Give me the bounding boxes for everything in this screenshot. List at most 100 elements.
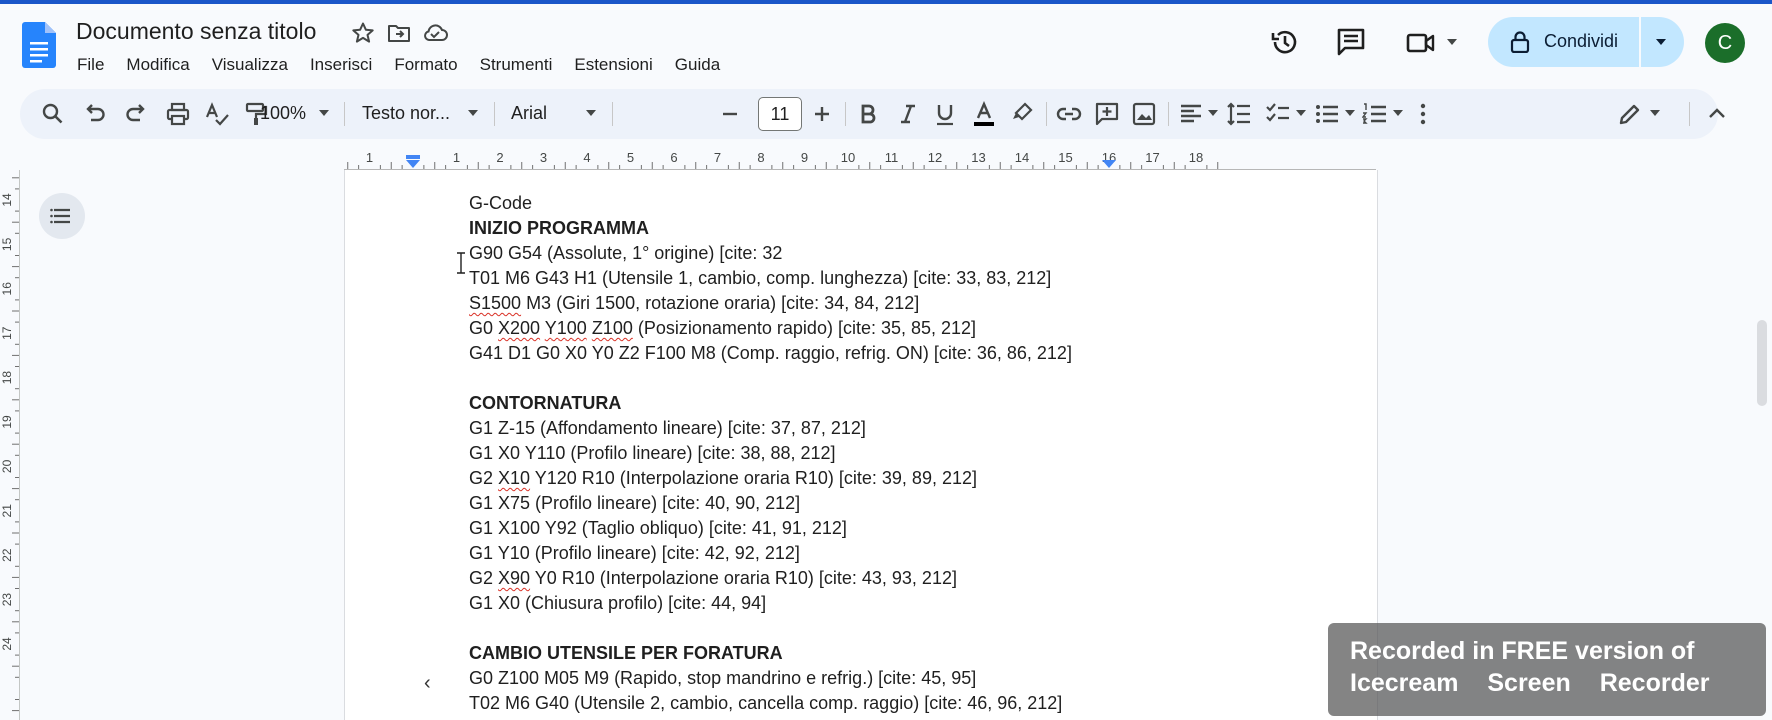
menu-estensioni[interactable]: Estensioni [563,52,663,78]
blank-line[interactable] [469,366,1349,391]
meet-dropdown-icon[interactable] [1447,39,1457,45]
document-outline-button[interactable] [39,193,85,239]
first-line-indent-marker[interactable] [406,155,420,159]
hide-menus-chevron-up-icon[interactable] [1704,101,1730,127]
bulleted-list-icon[interactable] [1314,101,1340,127]
vertical-ruler-label: 15 [0,237,14,251]
gcode-line[interactable]: T02 M6 G40 (Utensile 2, cambio, cancella… [469,691,1349,716]
redo-icon[interactable] [123,101,149,127]
insert-link-icon[interactable] [1056,101,1082,127]
align-dropdown-icon[interactable] [1208,110,1218,116]
menu-inserisci[interactable]: Inserisci [299,52,383,78]
section-heading[interactable]: INIZIO PROGRAMMA [469,216,1349,241]
ruler-label: 12 [928,150,942,165]
vertical-ruler-label: 20 [0,459,14,473]
version-history-icon[interactable] [1270,27,1300,57]
menu-guida[interactable]: Guida [664,52,731,78]
gcode-line[interactable]: T01 M6 G43 H1 (Utensile 1, cambio, comp.… [469,266,1349,291]
highlight-color-icon[interactable] [1009,101,1035,127]
ruler-label: 10 [841,150,855,165]
italic-icon[interactable] [895,101,921,127]
document-title[interactable]: Documento senza titolo [76,18,316,45]
section-heading[interactable]: CONTORNATURA [469,391,1349,416]
menu-formato[interactable]: Formato [383,52,468,78]
gcode-line[interactable]: G2 X90 Y0 R10 (Interpolazione oraria R10… [469,566,1349,591]
zoom-select[interactable]: 100% [260,103,306,124]
numbered-list-dropdown-icon[interactable] [1393,110,1403,116]
style-dropdown-icon[interactable] [468,110,478,116]
bulleted-list-dropdown-icon[interactable] [1345,110,1355,116]
align-left-icon[interactable] [1178,101,1204,127]
spelling-error[interactable]: X90 [498,568,530,588]
undo-icon[interactable] [82,101,108,127]
vertical-scrollbar[interactable] [1757,320,1767,406]
spelling-error[interactable]: Y100 [545,318,587,338]
section-heading[interactable]: CAMBIO UTENSILE PER FORATURA [469,641,1349,666]
increase-font-size-icon[interactable] [809,101,835,127]
font-size-input[interactable]: 11 [758,97,802,131]
text-color-icon[interactable] [971,100,997,127]
gcode-line[interactable]: G41 D1 G0 X0 Y0 Z2 F100 M8 (Comp. raggio… [469,341,1349,366]
document-body[interactable]: G-Code INIZIO PROGRAMMA G90 G54 (Assolute,… [469,191,1349,716]
ruler-label: 14 [1015,150,1029,165]
underline-icon[interactable] [932,101,958,127]
gcode-line[interactable]: G1 X75 (Profilo lineare) [cite: 40, 90, … [469,491,1349,516]
avatar[interactable]: C [1705,23,1745,63]
comments-icon[interactable] [1336,27,1366,57]
more-options-icon[interactable] [1410,101,1436,127]
vertical-ruler[interactable]: 14 15 16 17 18 19 20 21 22 23 24 [0,170,20,720]
docs-logo-icon[interactable] [22,22,56,68]
toolbar-separator [845,102,846,126]
numbered-list-icon[interactable] [1361,101,1388,127]
cloud-saved-icon[interactable] [422,21,448,45]
decrease-font-size-icon[interactable] [717,101,743,127]
ruler-label: 7 [714,150,721,165]
line-spacing-icon[interactable] [1226,101,1252,127]
star-icon[interactable] [351,21,375,45]
bold-icon[interactable] [855,101,881,127]
gcode-line[interactable]: S1500 M3 (Giri 1500, rotazione oraria) [… [469,291,1349,316]
gcode-line[interactable]: G0 X200 Y100 Z100 (Posizionamento rapido… [469,316,1349,341]
gcode-line[interactable]: G-Code [469,191,1349,216]
watermark-line-1: Recorded in FREE version of [1350,637,1695,665]
horizontal-ruler[interactable]: 21123456789101112131415161718 [344,148,1376,170]
spelling-error[interactable]: X10 [498,468,530,488]
checklist-icon[interactable] [1265,101,1291,127]
meet-camera-icon[interactable] [1406,28,1436,58]
gcode-line[interactable]: G90 G54 (Assolute, 1° origine) [cite: 32 [469,241,1349,266]
gcode-line[interactable]: G1 Z-15 (Affondamento lineare) [cite: 37… [469,416,1349,441]
zoom-dropdown-icon[interactable] [319,110,329,116]
gcode-line[interactable]: G2 X10 Y120 R10 (Interpolazione oraria R… [469,466,1349,491]
gcode-line[interactable]: G0 Z100 M05 M9 (Rapido, stop mandrino e … [469,666,1349,691]
editing-mode-dropdown-icon[interactable] [1650,110,1660,116]
editing-mode-pencil-icon[interactable] [1617,101,1643,127]
menu-visualizza[interactable]: Visualizza [201,52,299,78]
move-folder-icon[interactable] [387,21,411,45]
chevron-left-icon[interactable]: ‹ [424,672,431,695]
menu-modifica[interactable]: Modifica [115,52,200,78]
vertical-ruler-label: 22 [0,548,14,562]
spelling-error[interactable]: Z100 [592,318,633,338]
share-button[interactable]: Condividi [1488,17,1684,67]
gcode-line[interactable]: G1 X0 (Chiusura profilo) [cite: 44, 94] [469,591,1349,616]
search-menus-icon[interactable] [40,101,66,127]
menu-file[interactable]: File [66,52,115,78]
ruler-label: 1 [366,150,373,165]
gcode-line[interactable]: G1 X0 Y110 (Profilo lineare) [cite: 38, … [469,441,1349,466]
blank-line[interactable] [469,616,1349,641]
add-comment-icon[interactable] [1094,101,1120,127]
font-select[interactable]: Arial [511,103,547,124]
vertical-ruler-label: 19 [0,415,14,429]
menu-strumenti[interactable]: Strumenti [469,52,564,78]
spellcheck-icon[interactable] [204,101,230,127]
spelling-error[interactable]: X200 [498,318,540,338]
checklist-dropdown-icon[interactable] [1296,110,1306,116]
gcode-line[interactable]: G1 X100 Y92 (Taglio obliquo) [cite: 41, … [469,516,1349,541]
style-select[interactable]: Testo nor... [362,103,450,124]
spelling-error[interactable]: S1500 [469,293,521,313]
gcode-line[interactable]: G1 Y10 (Profilo lineare) [cite: 42, 92, … [469,541,1349,566]
share-dropdown-icon[interactable] [1656,39,1666,45]
insert-image-icon[interactable] [1131,101,1157,127]
font-dropdown-icon[interactable] [586,110,596,116]
print-icon[interactable] [165,101,191,127]
